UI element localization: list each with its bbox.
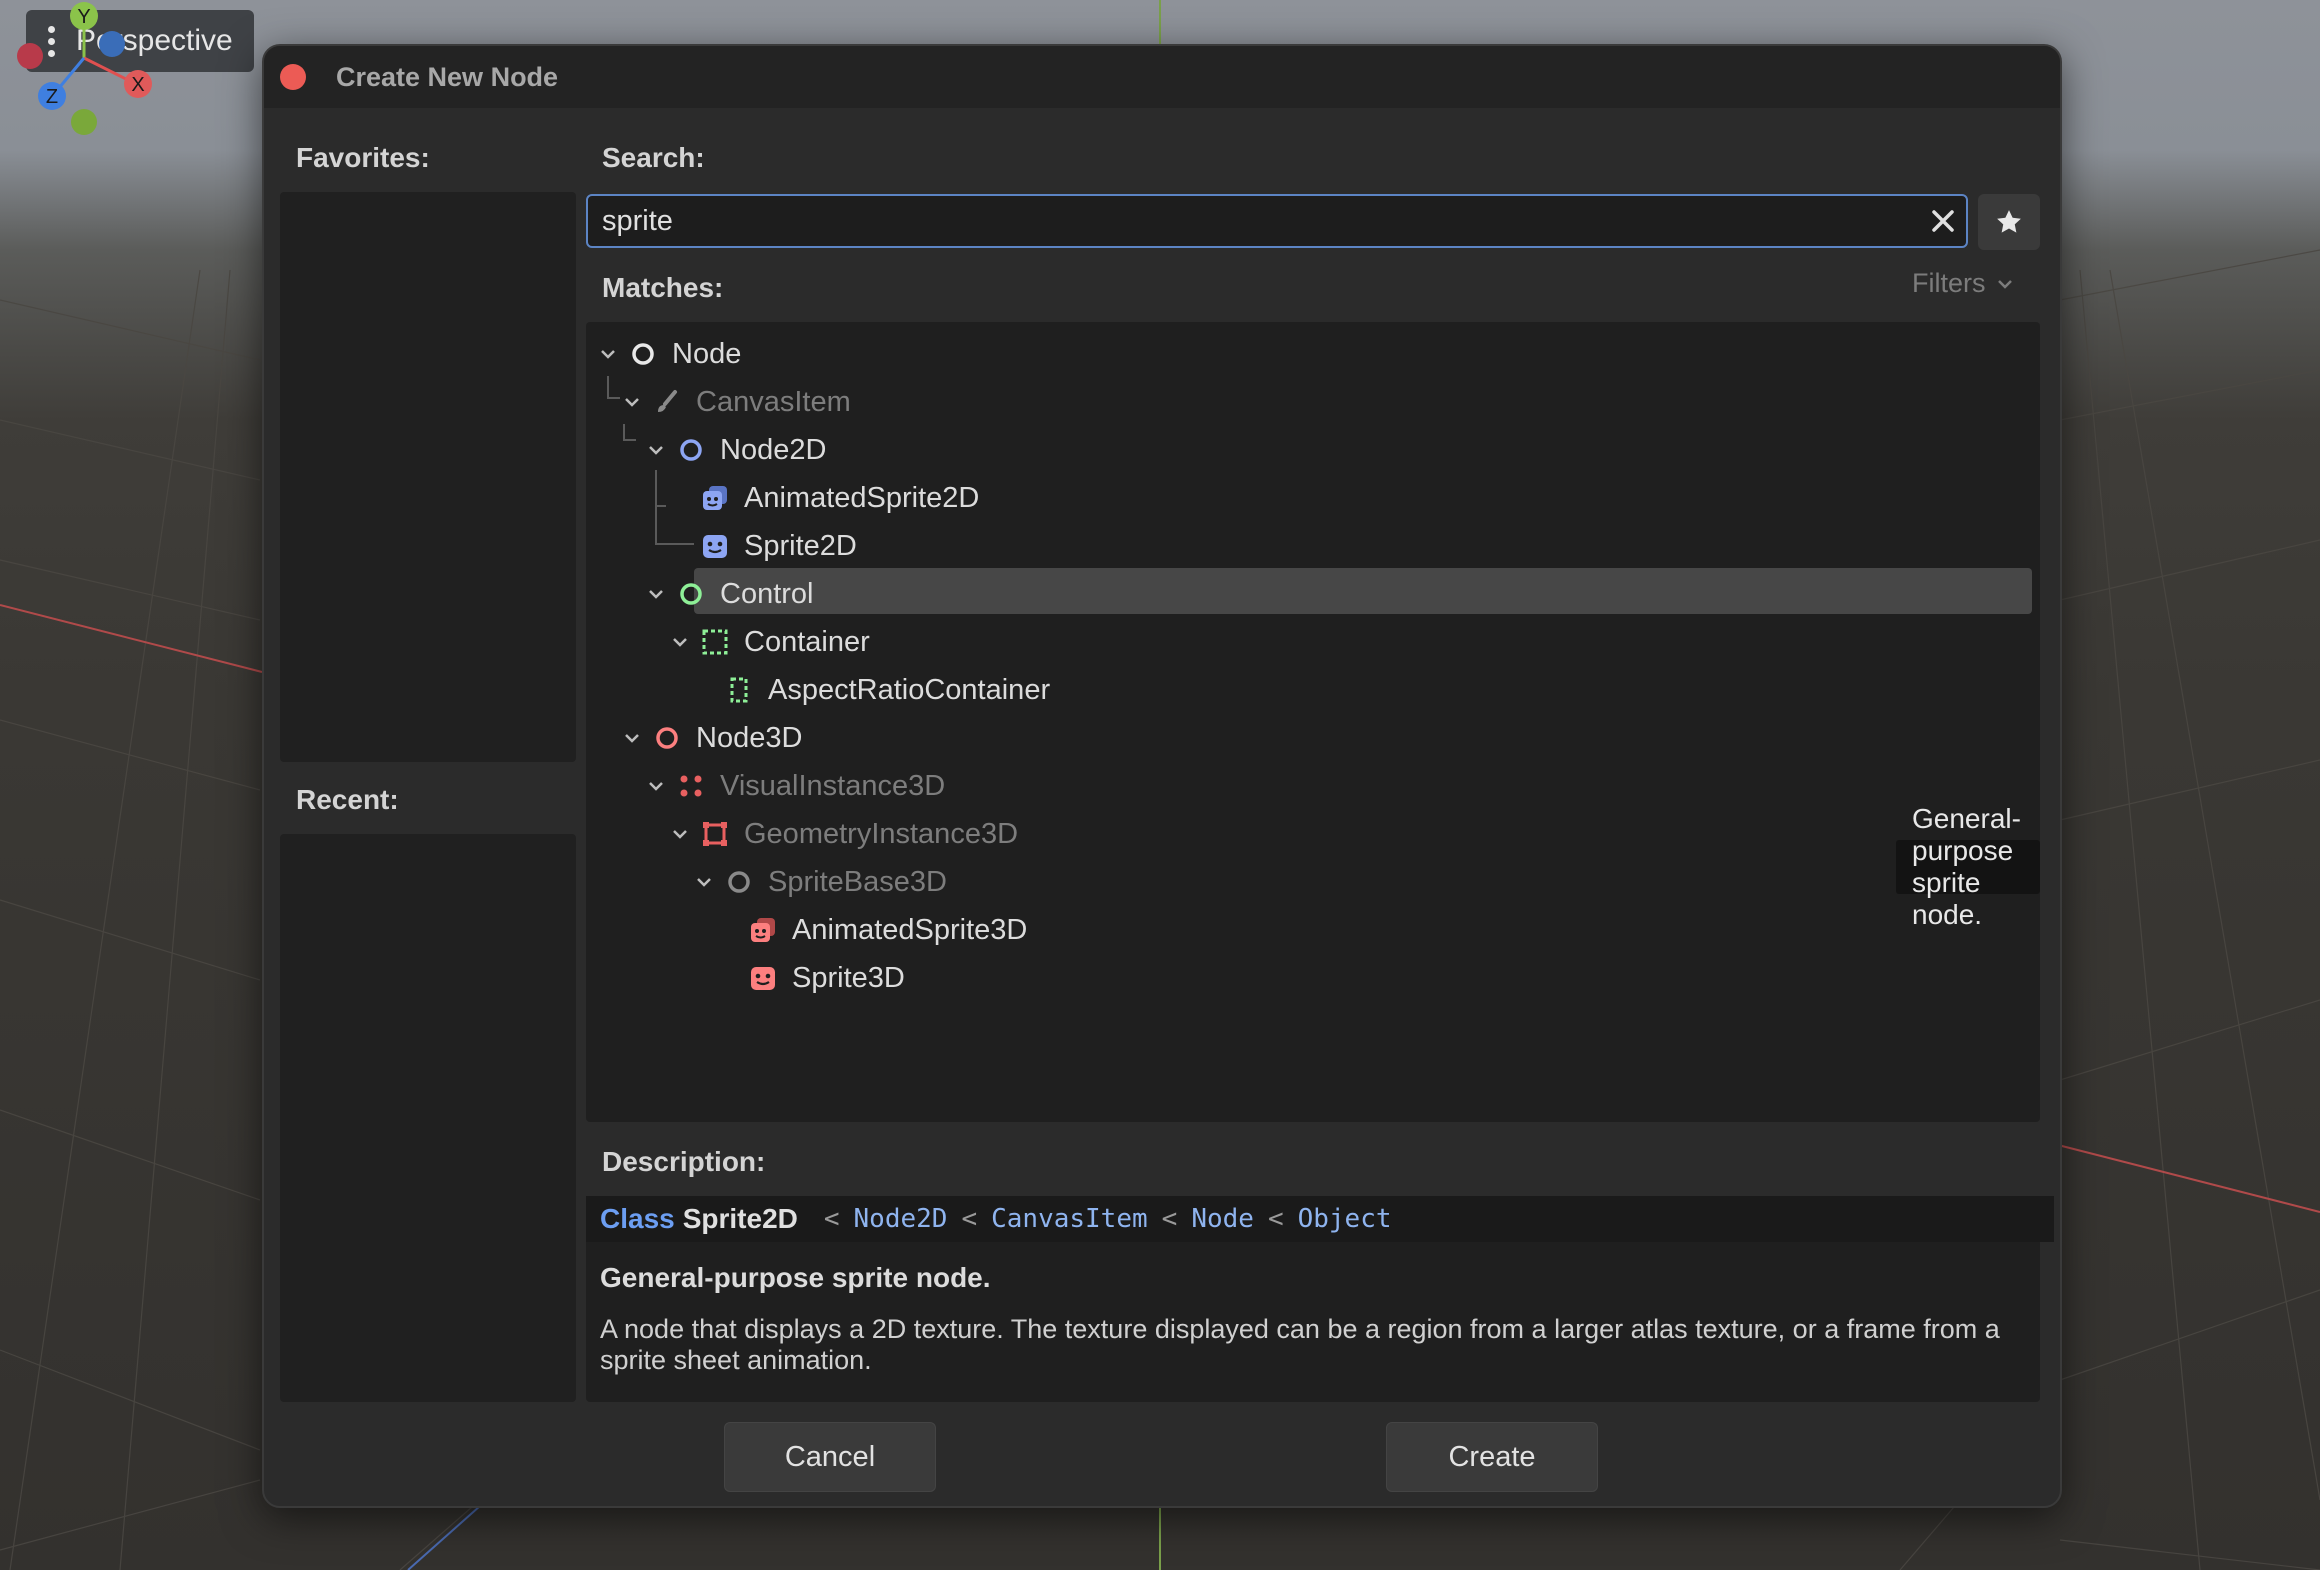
tree-item-aspectratiocontainer[interactable]: AspectRatioContainer bbox=[724, 668, 1050, 712]
favorite-button[interactable] bbox=[1978, 194, 2040, 250]
chevron-down-icon[interactable] bbox=[622, 728, 642, 748]
node3d-icon bbox=[652, 723, 682, 753]
inherits-separator: < bbox=[1161, 1204, 1178, 1234]
tree-item-label: SpriteBase3D bbox=[768, 865, 947, 898]
recent-list[interactable] bbox=[280, 834, 576, 1402]
search-field[interactable] bbox=[586, 194, 1968, 248]
description-panel: Class Sprite2D < Node2D < CanvasItem < N… bbox=[586, 1196, 2054, 1402]
control-icon bbox=[676, 579, 706, 609]
class-name: Sprite2D bbox=[682, 1203, 798, 1234]
tree-item-label: Control bbox=[720, 577, 814, 610]
star-icon bbox=[1997, 210, 2021, 233]
aspect-ratio-container-icon bbox=[724, 675, 754, 705]
dialog-titlebar: Create New Node bbox=[264, 46, 2060, 108]
tree-item-label: Node bbox=[672, 337, 742, 370]
tree-item-animatedsprite2d[interactable]: AnimatedSprite2D bbox=[700, 476, 979, 520]
matches-label: Matches: bbox=[602, 272, 724, 303]
clear-search-icon[interactable] bbox=[1920, 208, 1966, 234]
recent-label: Recent: bbox=[296, 784, 399, 815]
class-signature: Class Sprite2D < Node2D < CanvasItem < N… bbox=[586, 1196, 2054, 1242]
tree-item-animatedsprite3d[interactable]: AnimatedSprite3D bbox=[748, 908, 1027, 952]
inherits-link-canvasitem[interactable]: CanvasItem bbox=[991, 1204, 1148, 1234]
filters-label: Filters bbox=[1912, 268, 1986, 298]
inherits-link-node2d[interactable]: Node2D bbox=[854, 1204, 948, 1234]
chevron-down-icon[interactable] bbox=[670, 824, 690, 844]
tree-item-geometryinstance3d[interactable]: GeometryInstance3D bbox=[670, 812, 1018, 856]
description-body: A node that displays a 2D texture. The t… bbox=[600, 1314, 2000, 1375]
close-button[interactable] bbox=[280, 64, 306, 90]
chevron-down-icon[interactable] bbox=[646, 584, 666, 604]
tooltip: General-purpose sprite node. bbox=[1896, 803, 2040, 930]
inherits-separator: < bbox=[1267, 1204, 1284, 1234]
tree-item-label: VisualInstance3D bbox=[720, 769, 946, 802]
create-button[interactable]: Create bbox=[1386, 1422, 1598, 1492]
chevron-down-icon[interactable] bbox=[694, 872, 714, 892]
tree-item-label: Sprite3D bbox=[792, 961, 905, 994]
description-label: Description: bbox=[602, 1146, 766, 1177]
inherits-link-object[interactable]: Object bbox=[1298, 1204, 1392, 1234]
favorites-label: Favorites: bbox=[296, 142, 430, 173]
chevron-down-icon bbox=[1997, 279, 2012, 289]
chevron-down-icon[interactable] bbox=[622, 392, 642, 412]
description-brief: General-purpose sprite node. bbox=[600, 1262, 991, 1293]
container-icon bbox=[700, 627, 730, 657]
sprite-2d-icon bbox=[700, 531, 730, 561]
cancel-button[interactable]: Cancel bbox=[724, 1422, 936, 1492]
tree-item-visualinstance3d[interactable]: VisualInstance3D bbox=[646, 764, 945, 808]
gizmo-z-label: Z bbox=[46, 86, 58, 108]
tree-item-canvasitem[interactable]: CanvasItem bbox=[622, 380, 851, 424]
inherits-separator: < bbox=[823, 1204, 840, 1234]
gizmo-x-label: X bbox=[131, 74, 144, 96]
tree-item-control[interactable]: Control bbox=[646, 572, 814, 616]
sprite-base-icon bbox=[724, 867, 754, 897]
selected-row-highlight bbox=[694, 568, 2032, 614]
tree-item-label: Node3D bbox=[696, 721, 803, 754]
geometry-instance-icon bbox=[700, 819, 730, 849]
search-label: Search: bbox=[602, 142, 705, 173]
sprite-3d-icon bbox=[748, 963, 778, 993]
tree-item-label: AnimatedSprite2D bbox=[744, 481, 980, 514]
view-gizmo[interactable]: Y X Z bbox=[0, 0, 160, 140]
visual-instance-icon bbox=[676, 771, 706, 801]
tree-item-label: Node2D bbox=[720, 433, 827, 466]
class-keyword: Class bbox=[600, 1203, 675, 1234]
tree-item-label: AspectRatioContainer bbox=[768, 673, 1051, 706]
tree-item-container[interactable]: Container bbox=[670, 620, 870, 664]
tree-item-spritebase3d[interactable]: SpriteBase3D bbox=[694, 860, 947, 904]
chevron-down-icon[interactable] bbox=[598, 344, 618, 364]
tree-item-label: CanvasItem bbox=[696, 385, 851, 418]
tree-item-label: AnimatedSprite3D bbox=[792, 913, 1028, 946]
tree-item-label: Container bbox=[744, 625, 870, 658]
inherits-link-node[interactable]: Node bbox=[1191, 1204, 1254, 1234]
node2d-icon bbox=[676, 435, 706, 465]
filters-dropdown[interactable]: Filters bbox=[1912, 268, 2014, 299]
node-icon bbox=[628, 339, 658, 369]
tree-item-node3d[interactable]: Node3D bbox=[622, 716, 802, 760]
brush-icon bbox=[652, 387, 682, 417]
dialog-title: Create New Node bbox=[336, 61, 559, 92]
chevron-down-icon[interactable] bbox=[646, 776, 666, 796]
gizmo-y-label: Y bbox=[77, 6, 90, 28]
tree-item-sprite2d[interactable]: Sprite2D bbox=[700, 524, 857, 568]
tree-item-node2d[interactable]: Node2D bbox=[646, 428, 826, 472]
animated-sprite-2d-icon bbox=[700, 483, 730, 513]
tree-item-node[interactable]: Node bbox=[598, 332, 741, 376]
chevron-down-icon[interactable] bbox=[670, 632, 690, 652]
tree-item-label: GeometryInstance3D bbox=[744, 817, 1019, 850]
tree-item-label: Sprite2D bbox=[744, 529, 857, 562]
search-input[interactable] bbox=[588, 203, 1920, 239]
animated-sprite-3d-icon bbox=[748, 915, 778, 945]
create-new-node-dialog: Create New Node Favorites: Recent: Searc… bbox=[262, 44, 2062, 1508]
matches-tree[interactable]: Node CanvasItem Node2D AnimatedSprite2D … bbox=[586, 322, 2040, 1122]
tree-item-sprite3d[interactable]: Sprite3D bbox=[748, 956, 905, 1000]
chevron-down-icon[interactable] bbox=[646, 440, 666, 460]
inherits-separator: < bbox=[961, 1204, 978, 1234]
favorites-list[interactable] bbox=[280, 192, 576, 762]
